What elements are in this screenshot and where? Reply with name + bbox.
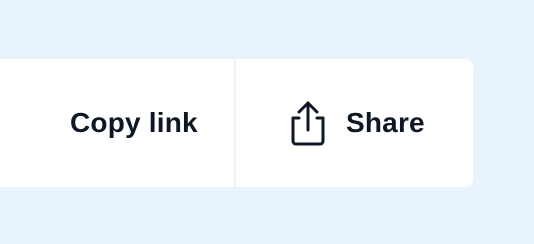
share-label: Share [346, 107, 425, 138]
share-action-bar: Copy link Share [0, 59, 473, 187]
share-upload-icon [288, 100, 328, 146]
copy-link-button[interactable]: Copy link [0, 59, 234, 187]
copy-link-label: Copy link [70, 107, 198, 138]
share-button[interactable]: Share [236, 59, 473, 187]
